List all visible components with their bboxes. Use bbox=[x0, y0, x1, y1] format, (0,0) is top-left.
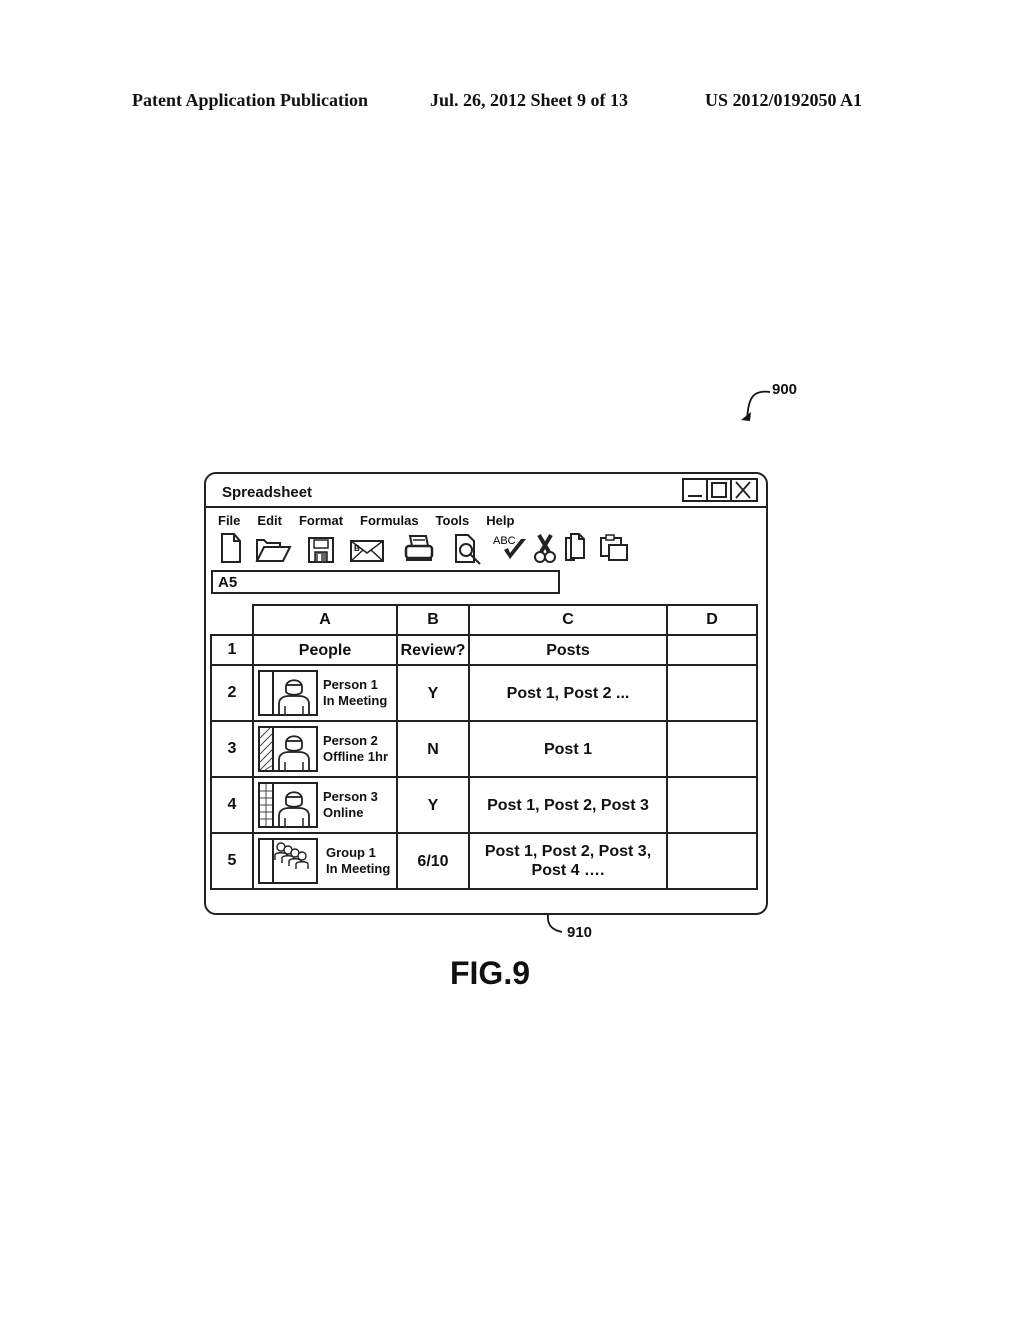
cell-b2[interactable]: Y bbox=[396, 664, 470, 722]
person-name: Person 1 bbox=[323, 677, 378, 692]
envelope-icon: B bbox=[350, 540, 384, 562]
row-header-3[interactable]: 3 bbox=[210, 720, 254, 778]
window-title: Spreadsheet bbox=[222, 484, 313, 501]
cell-d4[interactable] bbox=[666, 776, 758, 834]
column-header-d[interactable]: D bbox=[666, 604, 758, 636]
spell-check-button[interactable]: ABC bbox=[492, 532, 528, 566]
cell-b3[interactable]: N bbox=[396, 720, 470, 778]
person-card bbox=[258, 782, 318, 828]
cell-c2[interactable]: Post 1, Post 2 ... bbox=[468, 664, 668, 722]
minimize-button[interactable] bbox=[684, 480, 708, 500]
column-header-c[interactable]: C bbox=[468, 604, 668, 636]
paste-button[interactable] bbox=[598, 532, 634, 566]
svg-text:B: B bbox=[354, 544, 360, 553]
person-info: Person 1 In Meeting bbox=[323, 677, 387, 709]
cell-c4[interactable]: Post 1, Post 2, Post 3 bbox=[468, 776, 668, 834]
cell-a3[interactable]: Person 2 Offline 1hr bbox=[252, 720, 398, 778]
reference-900: 900 bbox=[772, 381, 798, 398]
cell-a5[interactable]: Group 1 In Meeting bbox=[252, 832, 398, 890]
save-button[interactable] bbox=[306, 532, 342, 566]
scissors-icon bbox=[534, 533, 556, 563]
person-info: Person 2 Offline 1hr bbox=[323, 733, 388, 765]
group-status: In Meeting bbox=[326, 861, 391, 876]
group-name: Group 1 bbox=[326, 845, 376, 860]
person-name: Person 2 bbox=[323, 733, 378, 748]
cell-a2[interactable]: Person 1 In Meeting bbox=[252, 664, 398, 722]
person-info: Person 3 Online bbox=[323, 789, 378, 821]
person-avatar-icon bbox=[260, 728, 310, 770]
new-button[interactable] bbox=[218, 532, 254, 566]
copy-button[interactable] bbox=[562, 532, 598, 566]
person-name: Person 3 bbox=[323, 789, 378, 804]
menu-help[interactable]: Help bbox=[486, 513, 514, 529]
person-avatar-icon bbox=[272, 672, 310, 714]
group-avatar-icon bbox=[272, 840, 309, 882]
maximize-button[interactable] bbox=[708, 480, 732, 500]
window-controls bbox=[682, 478, 758, 502]
row-header-2[interactable]: 2 bbox=[210, 664, 254, 722]
printer-icon bbox=[404, 535, 434, 561]
menu-bar: File Edit Format Formulas Tools Help bbox=[218, 513, 531, 529]
print-preview-button[interactable] bbox=[452, 532, 488, 566]
cell-b4[interactable]: Y bbox=[396, 776, 470, 834]
patent-header: Patent Application Publication Jul. 26, … bbox=[0, 90, 1024, 114]
close-icon bbox=[735, 481, 751, 499]
column-header-a[interactable]: A bbox=[252, 604, 398, 636]
paste-icon bbox=[600, 534, 628, 561]
person-card bbox=[258, 726, 318, 772]
cell-a1[interactable]: People bbox=[252, 634, 398, 666]
menu-tools[interactable]: Tools bbox=[436, 513, 470, 529]
title-bar: Spreadsheet bbox=[206, 474, 766, 508]
date-sheet-label: Jul. 26, 2012 Sheet 9 of 13 bbox=[430, 90, 628, 110]
group-card bbox=[258, 838, 318, 884]
abc-checkmark-icon: ABC bbox=[493, 535, 526, 559]
floppy-disk-icon bbox=[308, 537, 334, 563]
figure-caption: FIG.9 bbox=[449, 955, 530, 991]
close-button[interactable] bbox=[732, 480, 756, 500]
abc-label: ABC bbox=[493, 535, 516, 547]
menu-formulas[interactable]: Formulas bbox=[360, 513, 419, 529]
person-card bbox=[258, 670, 318, 716]
row-header-4[interactable]: 4 bbox=[210, 776, 254, 834]
spreadsheet-window: Spreadsheet File Edit Format Formulas To… bbox=[204, 472, 768, 915]
person-status: Offline 1hr bbox=[323, 749, 389, 764]
open-button[interactable] bbox=[254, 532, 292, 566]
cell-c1[interactable]: Posts bbox=[468, 634, 668, 666]
cell-reference-box[interactable]: A5 bbox=[211, 570, 560, 594]
status-indicator-grid bbox=[260, 784, 273, 826]
menu-file[interactable]: File bbox=[218, 513, 240, 529]
group-info: Group 1 In Meeting bbox=[326, 845, 390, 877]
publication-label: Patent Application Publication bbox=[132, 90, 369, 110]
print-button[interactable] bbox=[402, 532, 438, 566]
minimize-icon bbox=[688, 495, 702, 497]
publication-number: US 2012/0192050 A1 bbox=[705, 90, 863, 110]
cell-c3[interactable]: Post 1 bbox=[468, 720, 668, 778]
person-status: In Meeting bbox=[323, 693, 388, 708]
leader-900 bbox=[746, 390, 771, 419]
column-header-b[interactable]: B bbox=[396, 604, 470, 636]
cell-d1[interactable] bbox=[666, 634, 758, 666]
row-header-1[interactable]: 1 bbox=[210, 634, 254, 666]
cell-b1[interactable]: Review? bbox=[396, 634, 470, 666]
leader-900-arrowhead bbox=[741, 412, 751, 421]
magnifier-document-icon bbox=[455, 534, 481, 565]
cell-c5[interactable]: Post 1, Post 2, Post 3, Post 4 …. bbox=[468, 832, 668, 890]
cell-d3[interactable] bbox=[666, 720, 758, 778]
person-status: Online bbox=[323, 805, 364, 820]
cell-b5[interactable]: 6/10 bbox=[396, 832, 470, 890]
menu-edit[interactable]: Edit bbox=[257, 513, 282, 529]
reference-910: 910 bbox=[567, 924, 593, 941]
row-header-5[interactable]: 5 bbox=[210, 832, 254, 890]
copy-icon bbox=[565, 533, 585, 561]
new-document-icon bbox=[221, 533, 241, 563]
email-button[interactable]: B bbox=[348, 532, 384, 566]
cell-d2[interactable] bbox=[666, 664, 758, 722]
cell-d5[interactable] bbox=[666, 832, 758, 890]
status-indicator-hatched bbox=[260, 728, 274, 770]
maximize-icon bbox=[711, 482, 727, 498]
open-folder-icon bbox=[255, 539, 292, 562]
menu-format[interactable]: Format bbox=[299, 513, 343, 529]
cell-a4[interactable]: Person 3 Online bbox=[252, 776, 398, 834]
person-avatar-icon bbox=[260, 784, 310, 826]
